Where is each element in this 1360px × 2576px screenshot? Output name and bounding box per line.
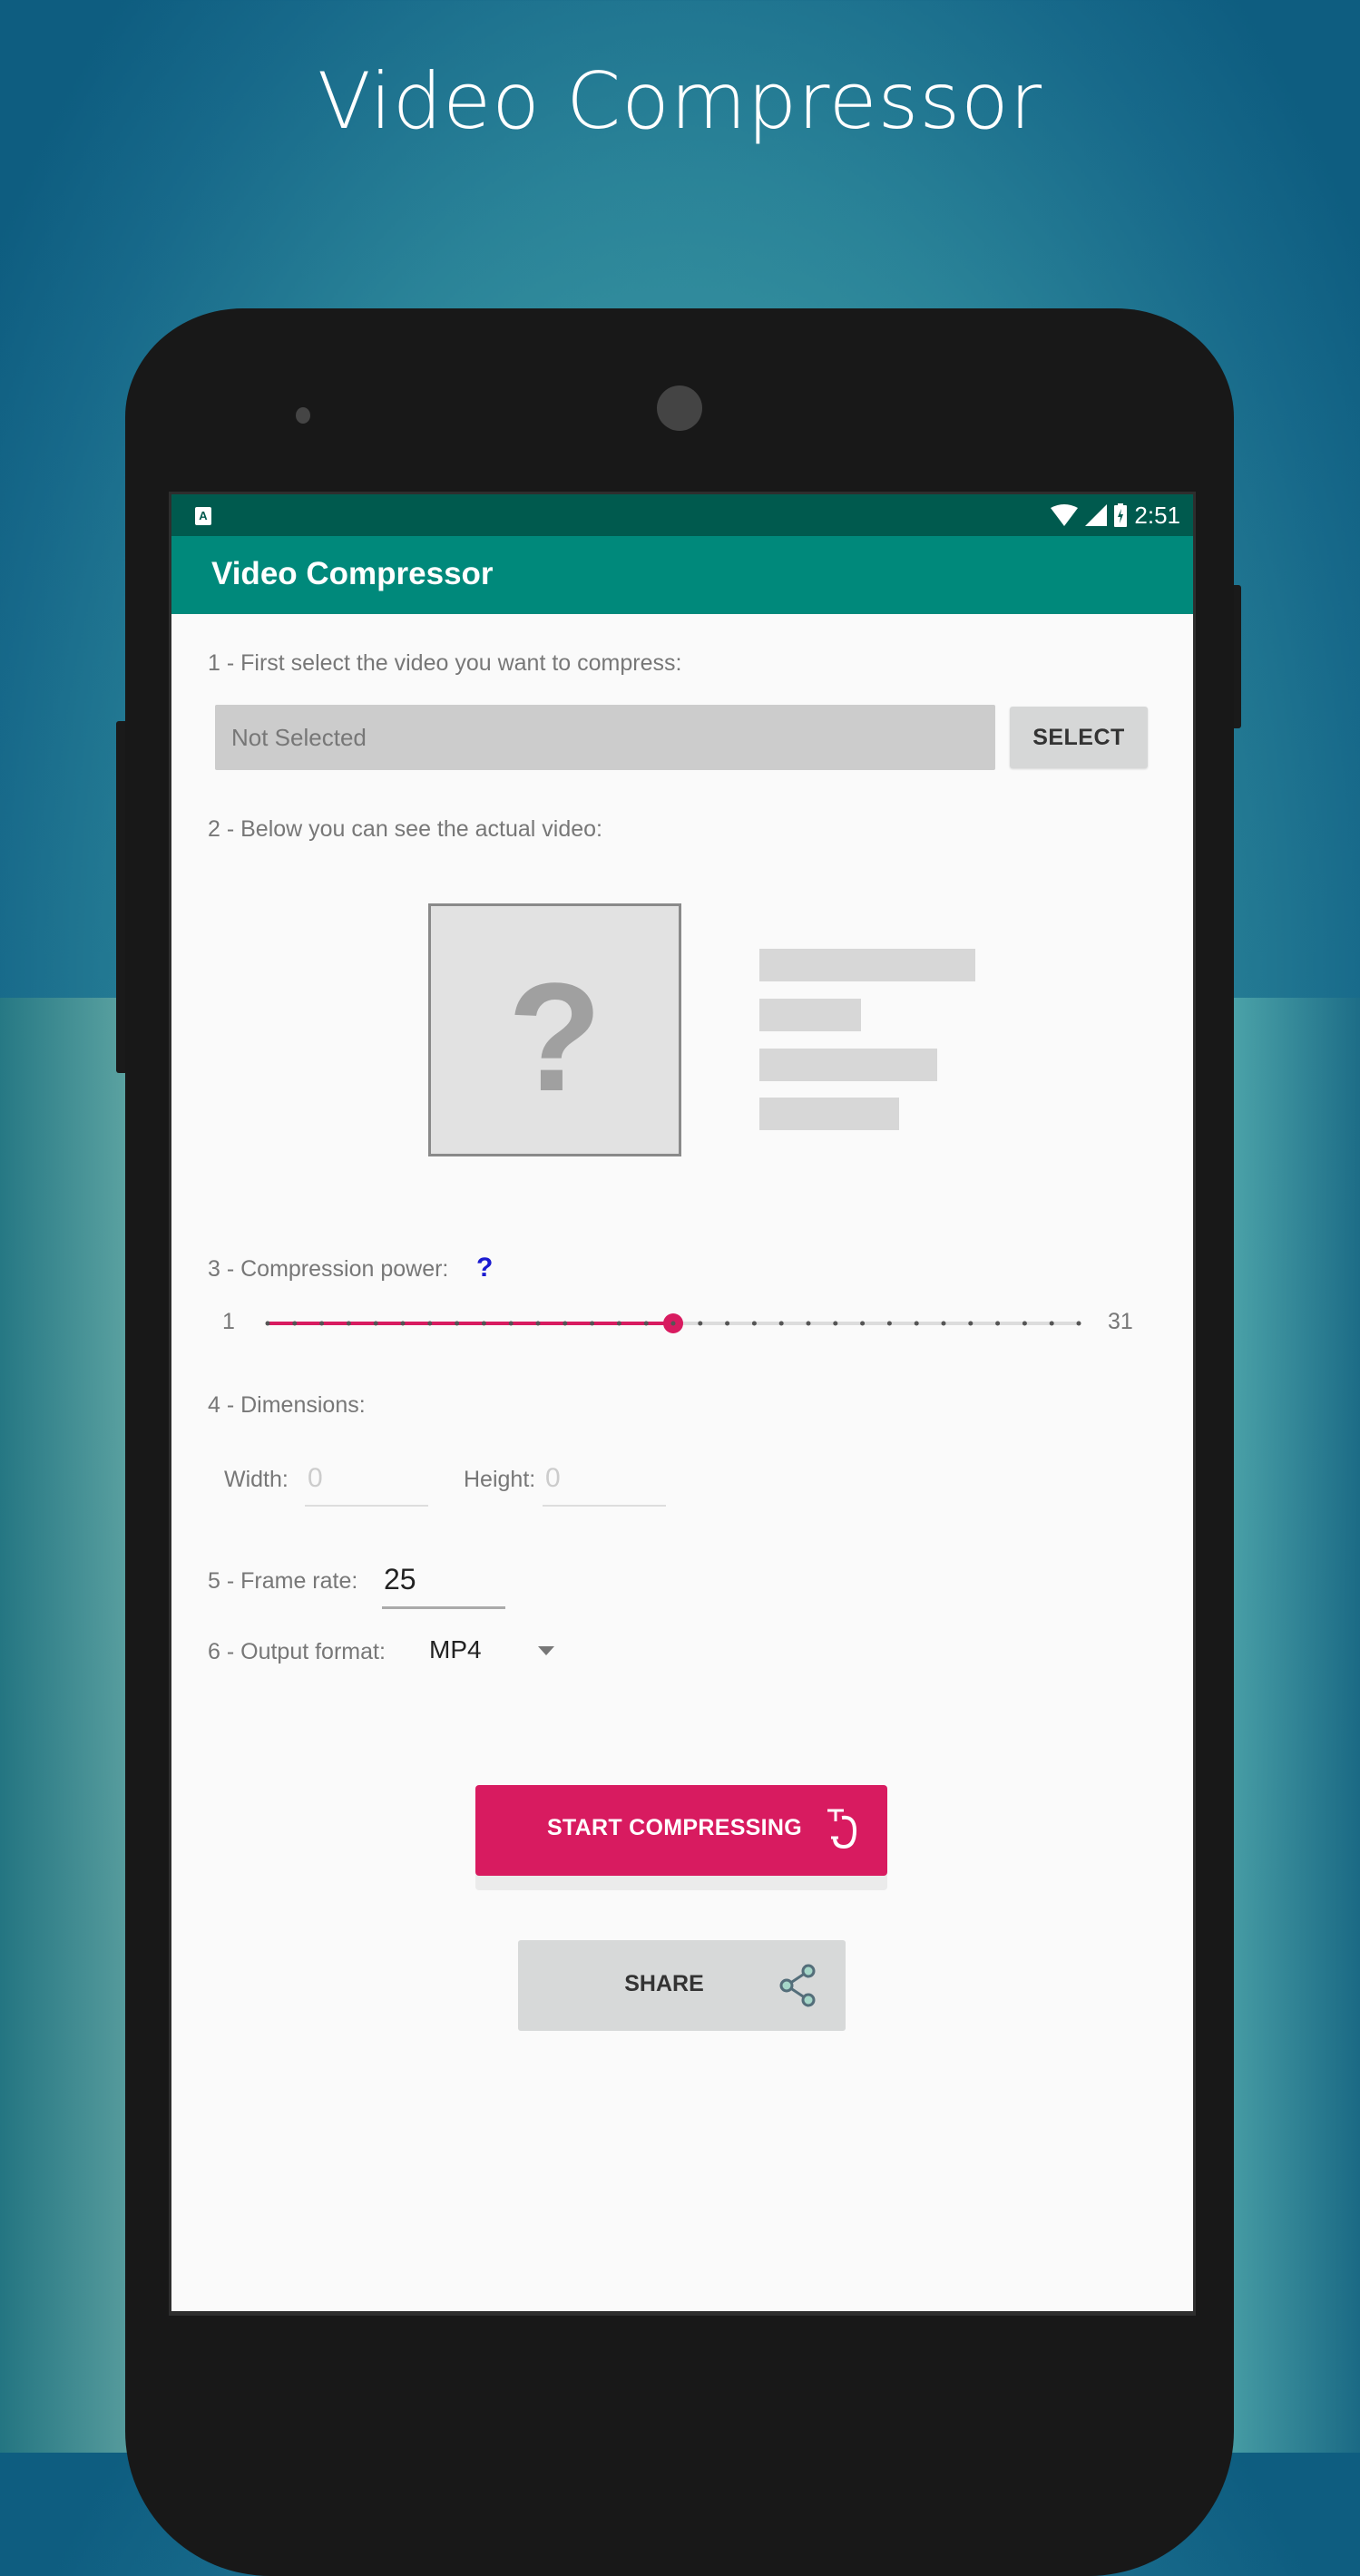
- frame-rate-input[interactable]: 25: [384, 1563, 416, 1596]
- step4-label: 4 - Dimensions:: [208, 1392, 366, 1418]
- step3-label: 3 - Compression power:: [208, 1256, 449, 1282]
- status-icons: 2:51: [1051, 500, 1180, 531]
- signal-icon: [1085, 504, 1108, 526]
- dropdown-arrow-icon[interactable]: [538, 1646, 554, 1655]
- slider-tick: [1022, 1321, 1027, 1326]
- slider-thumb-center: [670, 1321, 676, 1326]
- phone-camera: [657, 385, 702, 431]
- slider-tick: [1049, 1321, 1054, 1326]
- slider-tick: [886, 1321, 892, 1326]
- width-input-underline: [305, 1505, 428, 1507]
- promo-title: Video Compressor: [317, 56, 1043, 147]
- video-info-placeholder-line: [759, 949, 975, 981]
- output-format-select[interactable]: MP4: [429, 1635, 482, 1664]
- slider-tick: [995, 1321, 1001, 1326]
- slider-tick: [265, 1321, 270, 1326]
- slider-tick: [968, 1321, 974, 1326]
- select-video-button[interactable]: SELECT: [1010, 707, 1148, 768]
- slider-tick: [563, 1321, 568, 1326]
- video-thumbnail[interactable]: ?: [428, 903, 681, 1156]
- slider-max-label: 31: [1108, 1309, 1133, 1334]
- width-label: Width:: [224, 1467, 289, 1492]
- frame-rate-underline: [382, 1606, 505, 1609]
- height-input-underline: [543, 1505, 666, 1507]
- status-bar: A 2:51: [171, 494, 1193, 536]
- slider-tick: [346, 1321, 351, 1326]
- video-info-placeholder-line: [759, 1098, 899, 1130]
- start-compressing-label: START COMPRESSING: [546, 1815, 802, 1840]
- start-compressing-button[interactable]: START COMPRESSING: [475, 1785, 887, 1876]
- phone-screen: A 2:51 Video Compressor 1 - First select…: [169, 492, 1196, 2316]
- compression-help-icon[interactable]: ?: [476, 1253, 493, 1283]
- video-info-placeholder-line: [759, 1049, 937, 1081]
- app-bar: Video Compressor: [171, 536, 1193, 614]
- slider-tick: [455, 1321, 460, 1326]
- step1-label: 1 - First select the video you want to c…: [208, 650, 682, 676]
- compression-power-slider[interactable]: [262, 1305, 1084, 1342]
- status-time: 2:51: [1134, 501, 1180, 529]
- compress-clamp-icon: [827, 1809, 857, 1849]
- slider-tick: [508, 1321, 514, 1326]
- slider-tick: [427, 1321, 433, 1326]
- share-label: SHARE: [624, 1971, 704, 1996]
- step5-label: 5 - Frame rate:: [208, 1568, 358, 1594]
- height-label: Height:: [464, 1467, 536, 1492]
- slider-tick: [860, 1321, 866, 1326]
- slider-tick: [751, 1321, 757, 1326]
- slider-track[interactable]: [262, 1305, 1084, 1342]
- slider-tick: [319, 1321, 325, 1326]
- notification-icon: A: [195, 507, 211, 525]
- unknown-video-icon: ?: [507, 951, 602, 1124]
- slider-tick: [806, 1321, 811, 1326]
- slider-tick: [535, 1321, 541, 1326]
- slider-tick: [1076, 1321, 1081, 1326]
- slider-tick: [373, 1321, 378, 1326]
- slider-tick: [914, 1321, 919, 1326]
- slider-min-label: 1: [222, 1309, 235, 1334]
- video-info-placeholder-line: [759, 999, 861, 1031]
- wifi-icon: [1051, 504, 1079, 526]
- height-input[interactable]: 0: [545, 1463, 561, 1494]
- step2-label: 2 - Below you can see the actual video:: [208, 816, 602, 842]
- width-input[interactable]: 0: [308, 1463, 323, 1494]
- slider-tick: [292, 1321, 298, 1326]
- phone-sensor: [296, 407, 310, 424]
- slider-tick: [400, 1321, 406, 1326]
- share-button[interactable]: SHARE: [518, 1940, 846, 2031]
- step6-label: 6 - Output format:: [208, 1639, 386, 1664]
- slider-tick: [941, 1321, 946, 1326]
- slider-tick: [698, 1321, 703, 1326]
- slider-tick: [590, 1321, 595, 1326]
- slider-tick: [481, 1321, 486, 1326]
- slider-tick: [616, 1321, 621, 1326]
- slider-tick: [833, 1321, 838, 1326]
- battery-charging-icon: [1114, 503, 1128, 527]
- share-icon: [779, 1964, 816, 2007]
- app-title: Video Compressor: [211, 556, 494, 591]
- slider-tick: [778, 1321, 784, 1326]
- selected-file-field[interactable]: Not Selected: [215, 705, 995, 770]
- slider-tick: [725, 1321, 730, 1326]
- slider-tick: [643, 1321, 649, 1326]
